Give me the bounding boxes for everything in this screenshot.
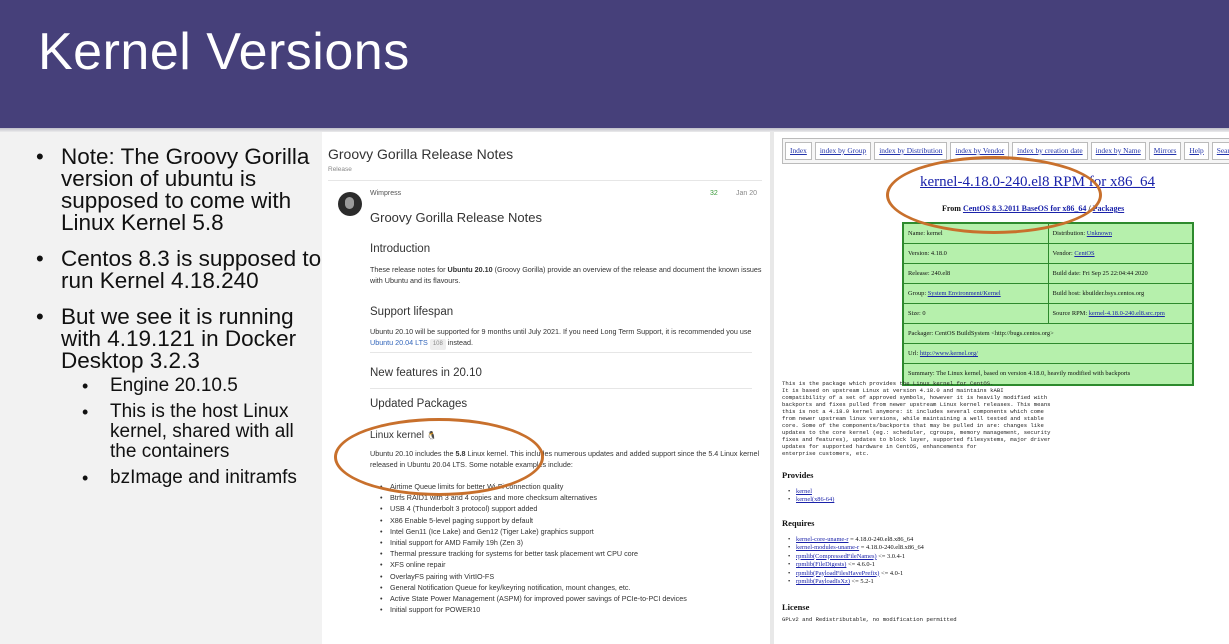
slide-title: Kernel Versions [38,23,410,81]
group-link[interactable]: System Environment/Kernel [928,290,1001,297]
requires-heading: Requires [782,518,815,528]
ubuntu-category: Release [328,166,352,173]
ubuntu-author[interactable]: Wimpress [370,190,401,197]
table-row: Packager: CentOS BuildSystem <http://bug… [904,324,1192,344]
rpm-release: Release: 240.el8 [904,264,1049,283]
list-item: Initial support for POWER10 [380,604,687,615]
bullet-list: Note: The Groovy Gorilla version of ubun… [0,132,322,644]
requires-list: kernel-core-uname-r = 4.18.0-240.el8.x86… [788,536,924,587]
requires-link[interactable]: kernel-modules-uname-r [796,544,859,551]
rpm-info-table: Name: kernel Distribution: Unknown Versi… [902,222,1194,386]
rpm-build-date: Build date: Fri Sep 25 22:04:44 2020 [1052,270,1148,277]
ubuntu-page-title: Groovy Gorilla Release Notes [328,146,514,162]
provides-kernel-link[interactable]: kernel [796,488,812,495]
ubuntu-post-title: Groovy Gorilla Release Notes [370,210,542,225]
list-item: kernel [788,488,834,497]
list-item: kernel-core-uname-r = 4.18.0-240.el8.x86… [788,536,924,545]
provides-kernel-x86-link[interactable]: kernel(x86-64) [796,496,834,503]
list-item: kernel-modules-uname-r = 4.18.0-240.el8.… [788,544,924,553]
list-item: Active State Power Management (ASPM) for… [380,593,687,604]
list-item: rpmlib(PayloadFilesHavePrefix) <= 4.0-1 [788,570,924,579]
slide-header: Kernel Versions [0,0,1229,128]
ubuntu-release-notes-screenshot: Groovy Gorilla Release Notes Release Wim… [322,132,770,644]
ubuntu-date: Jan 20 [736,190,758,197]
ubuntu-lts-link[interactable]: Ubuntu 20.04 LTS [370,338,428,347]
nav-search[interactable]: Search [1211,142,1229,160]
list-item: Thermal pressure tracking for systems fo… [380,548,687,559]
rpm-version: Version: 4.18.0 [904,244,1049,263]
bullet-groovy-kernel: Note: The Groovy Gorilla version of ubun… [36,145,322,234]
license-heading: License [782,602,810,612]
packages-heading: Updated Packages [370,398,468,410]
list-item: kernel(x86-64) [788,496,834,505]
sub-bullet-host-kernel: This is the host Linux kernel, shared wi… [82,402,322,462]
nav-index-by-group[interactable]: index by Group [814,142,872,160]
list-item: General Notification Queue for key/keyri… [380,582,687,593]
table-row: Url: http://www.kernel.org/ [904,344,1192,364]
provides-heading: Provides [782,470,814,480]
list-item: rpmlib(FileDigests) <= 4.6.0-1 [788,561,924,570]
support-heading: Support lifespan [370,306,454,318]
list-item: Intel Gen11 (Ice Lake) and Gen12 (Tiger … [380,526,687,537]
requires-link[interactable]: kernel-core-uname-r [796,536,849,543]
list-item: Initial support for AMD Family 19h (Zen … [380,537,687,548]
requires-link[interactable]: rpmlib(CompressedFileNames) [796,553,877,560]
list-item: rpmlib(CompressedFileNames) <= 3.0.4-1 [788,553,924,562]
rpm-group: Group: System Environment/Kernel [904,284,1049,303]
rpm-packager: Packager: CentOS BuildSystem <http://bug… [908,330,1054,337]
distribution-link[interactable]: Unknown [1087,230,1112,237]
nav-index-by-distribution[interactable]: index by Distribution [874,142,948,160]
kernel-org-link[interactable]: http://www.kernel.org/ [920,350,978,357]
ubuntu-divider [328,180,762,181]
rpm-size: Size: 0 [904,304,1049,323]
sub-bullet-bzimage: bzImage and initramfs [82,468,322,489]
features-heading: New features in 20.10 [370,367,482,379]
list-item: XFS online repair [380,559,687,570]
table-row: Release: 240.el8 Build date: Fri Sep 25 … [904,264,1192,284]
nav-index-by-name[interactable]: index by Name [1090,142,1146,160]
rpm-description: This is the package which provides the L… [782,380,1051,457]
list-item: OverlayFS pairing with VirtIO-FS [380,571,687,582]
support-text: Ubuntu 20.10 will be supported for 9 mon… [370,326,762,350]
intro-heading: Introduction [370,243,431,255]
table-row: Version: 4.18.0 Vendor: CentOS [904,244,1192,264]
kernel-highlight-ring [334,418,544,496]
rpm-distribution: Distribution: Unknown [1052,230,1112,237]
section-divider [370,388,752,389]
requires-link[interactable]: rpmlib(PayloadIsXz) [796,578,850,585]
nav-mirrors[interactable]: Mirrors [1148,142,1182,160]
requires-link[interactable]: rpmlib(PayloadFilesHavePrefix) [796,570,879,577]
rpm-vendor: Vendor: CentOS [1052,250,1095,257]
list-item: X86 Enable 5-level paging support by def… [380,515,687,526]
intro-text: These release notes for Ubuntu 20.10 (Gr… [370,265,762,285]
table-row: Size: 0 Source RPM: kernel-4.18.0-240.el… [904,304,1192,324]
bullet-docker-kernel: But we see it is running with 4.19.121 i… [36,305,322,372]
rpm-url: Url: http://www.kernel.org/ [908,350,978,357]
vendor-link[interactable]: CentOS [1074,250,1094,257]
sub-bullet-engine: Engine 20.10.5 [82,376,322,397]
rpm-source: Source RPM: kernel-4.18.0-240.el8.src.rp… [1052,310,1165,317]
provides-list: kernel kernel(x86-64) [788,488,834,505]
link-click-count: 108 [429,339,446,350]
table-row: Group: System Environment/Kernel Build h… [904,284,1192,304]
author-avatar [338,192,362,216]
source-rpm-link[interactable]: kernel-4.18.0-240.el8.src.rpm [1089,310,1165,317]
license-text: GPLv2 and Redistributable, no modificati… [782,616,957,623]
section-divider [370,352,752,353]
rpm-build-host: Build host: kbuilder.bsys.centos.org [1052,290,1145,297]
bullet-centos-kernel: Centos 8.3 is supposed to run Kernel 4.1… [36,247,322,292]
centos-rpm-screenshot: Index index by Group index by Distributi… [774,132,1229,644]
nav-index[interactable]: Index [785,142,812,160]
ubuntu-likes: 32 [710,190,718,197]
requires-link[interactable]: rpmlib(FileDigests) [796,561,846,568]
kernel-features-list: Airtime Queue limits for better Wi-Fi co… [380,481,687,616]
nav-help[interactable]: Help [1184,142,1209,160]
rpm-highlight-ring [886,156,1102,234]
list-item: rpmlib(PayloadIsXz) <= 5.2-1 [788,578,924,587]
list-item: USB 4 (Thunderbolt 3 protocol) support a… [380,503,687,514]
